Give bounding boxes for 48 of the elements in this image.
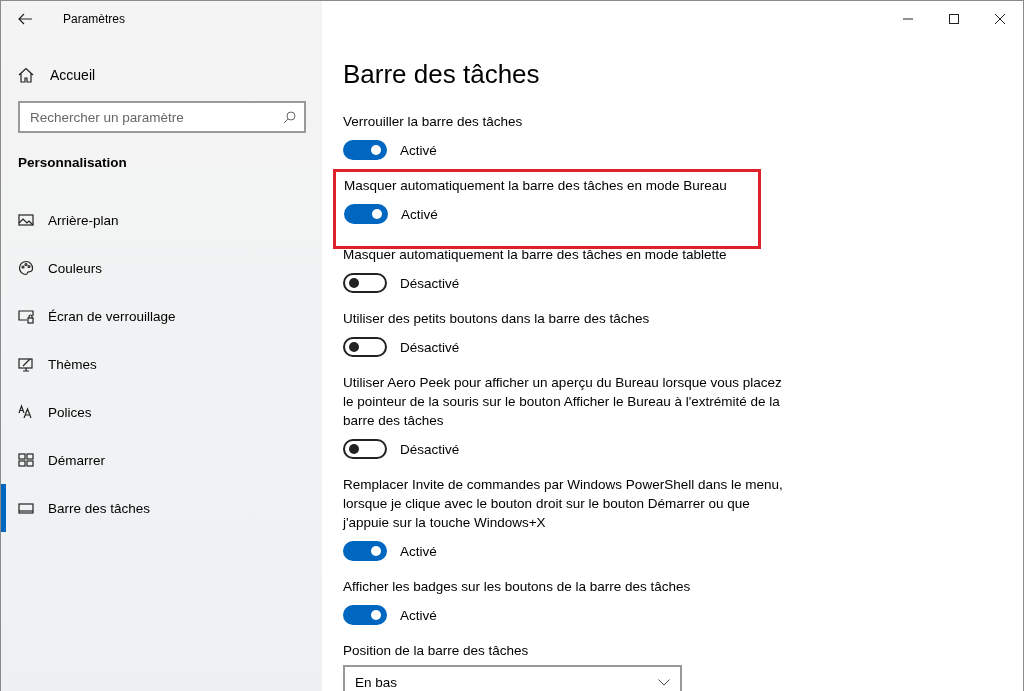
search-icon bbox=[283, 111, 296, 124]
setting-label: Verrouiller la barre des tâches bbox=[343, 113, 524, 131]
palette-icon bbox=[18, 260, 34, 276]
setting-label: Masquer automatiquement la barre des tâches en mode tablette bbox=[343, 246, 728, 264]
page-title: Barre des tâches bbox=[343, 59, 541, 90]
font-letters-icon bbox=[18, 404, 34, 420]
sidebar-item[interactable]: Thèmes bbox=[1, 340, 322, 388]
toggle-switch[interactable] bbox=[343, 541, 387, 561]
toggle-state: Activé bbox=[400, 607, 437, 623]
sidebar-item[interactable]: Polices bbox=[1, 388, 322, 436]
toggle-switch[interactable] bbox=[343, 605, 387, 625]
close-icon bbox=[995, 14, 1005, 24]
toggle-switch[interactable] bbox=[344, 204, 388, 224]
toggle-state: Désactivé bbox=[400, 339, 460, 355]
maximize-icon bbox=[949, 14, 959, 24]
home-icon bbox=[18, 67, 34, 83]
setting-label: Masquer automatiquement la barre des tâches en mode Bureau bbox=[344, 177, 728, 195]
position-dropdown[interactable]: En bas bbox=[343, 665, 682, 691]
picture-icon bbox=[18, 212, 34, 228]
toggle-state: Activé bbox=[400, 543, 437, 559]
toggle-switch[interactable] bbox=[343, 337, 387, 357]
search-field[interactable]: Rechercher un paramètre bbox=[18, 101, 306, 133]
setting-label: Utiliser des petits boutons dans la barre des tâches bbox=[343, 310, 651, 328]
toggle-state: Activé bbox=[401, 206, 438, 222]
toggle-switch[interactable] bbox=[343, 273, 387, 293]
sidebar-item[interactable]: Barre des tâches bbox=[1, 484, 322, 532]
tiles-icon bbox=[18, 452, 34, 468]
setting-label: Position de la barre des tâches bbox=[343, 642, 530, 660]
setting-label: Utiliser Aero Peek pour afficher un aperçu du Bureau lorsque vous placez le pointeur de la souris sur le bouton Afficher le Bureau à l'extrémité de la barre des tâches bbox=[343, 374, 783, 430]
taskbar-icon bbox=[18, 500, 34, 516]
toggle-switch[interactable] bbox=[343, 140, 387, 160]
window-title: Paramètres bbox=[63, 12, 126, 26]
sidebar-item[interactable]: Arrière-plan bbox=[1, 196, 322, 244]
home-link[interactable]: Accueil bbox=[50, 67, 96, 83]
toggle-state: Activé bbox=[400, 142, 437, 158]
sidebar-item[interactable]: Couleurs bbox=[1, 244, 322, 292]
back-arrow-icon bbox=[18, 13, 32, 25]
toggle-switch[interactable] bbox=[343, 439, 387, 459]
lock-screen-icon bbox=[18, 308, 34, 324]
setting-label: Remplacer Invite de commandes par Windows PowerShell dans le menu, lorsque je clique avec le bouton droit sur le bouton Démarrer ou que j'appuie sur la touche Windows+X bbox=[343, 476, 783, 532]
chevron-icon bbox=[658, 678, 670, 686]
sidebar-item[interactable]: Écran de verrouillage bbox=[1, 292, 322, 340]
setting-label: Afficher les badges sur les boutons de la barre des tâches bbox=[343, 578, 692, 596]
monitor-brush-icon bbox=[18, 356, 34, 372]
section-heading: Personnalisation bbox=[18, 155, 128, 170]
sidebar-item[interactable]: Démarrer bbox=[1, 436, 322, 484]
toggle-state: Désactivé bbox=[400, 441, 460, 457]
toggle-state: Désactivé bbox=[400, 275, 460, 291]
